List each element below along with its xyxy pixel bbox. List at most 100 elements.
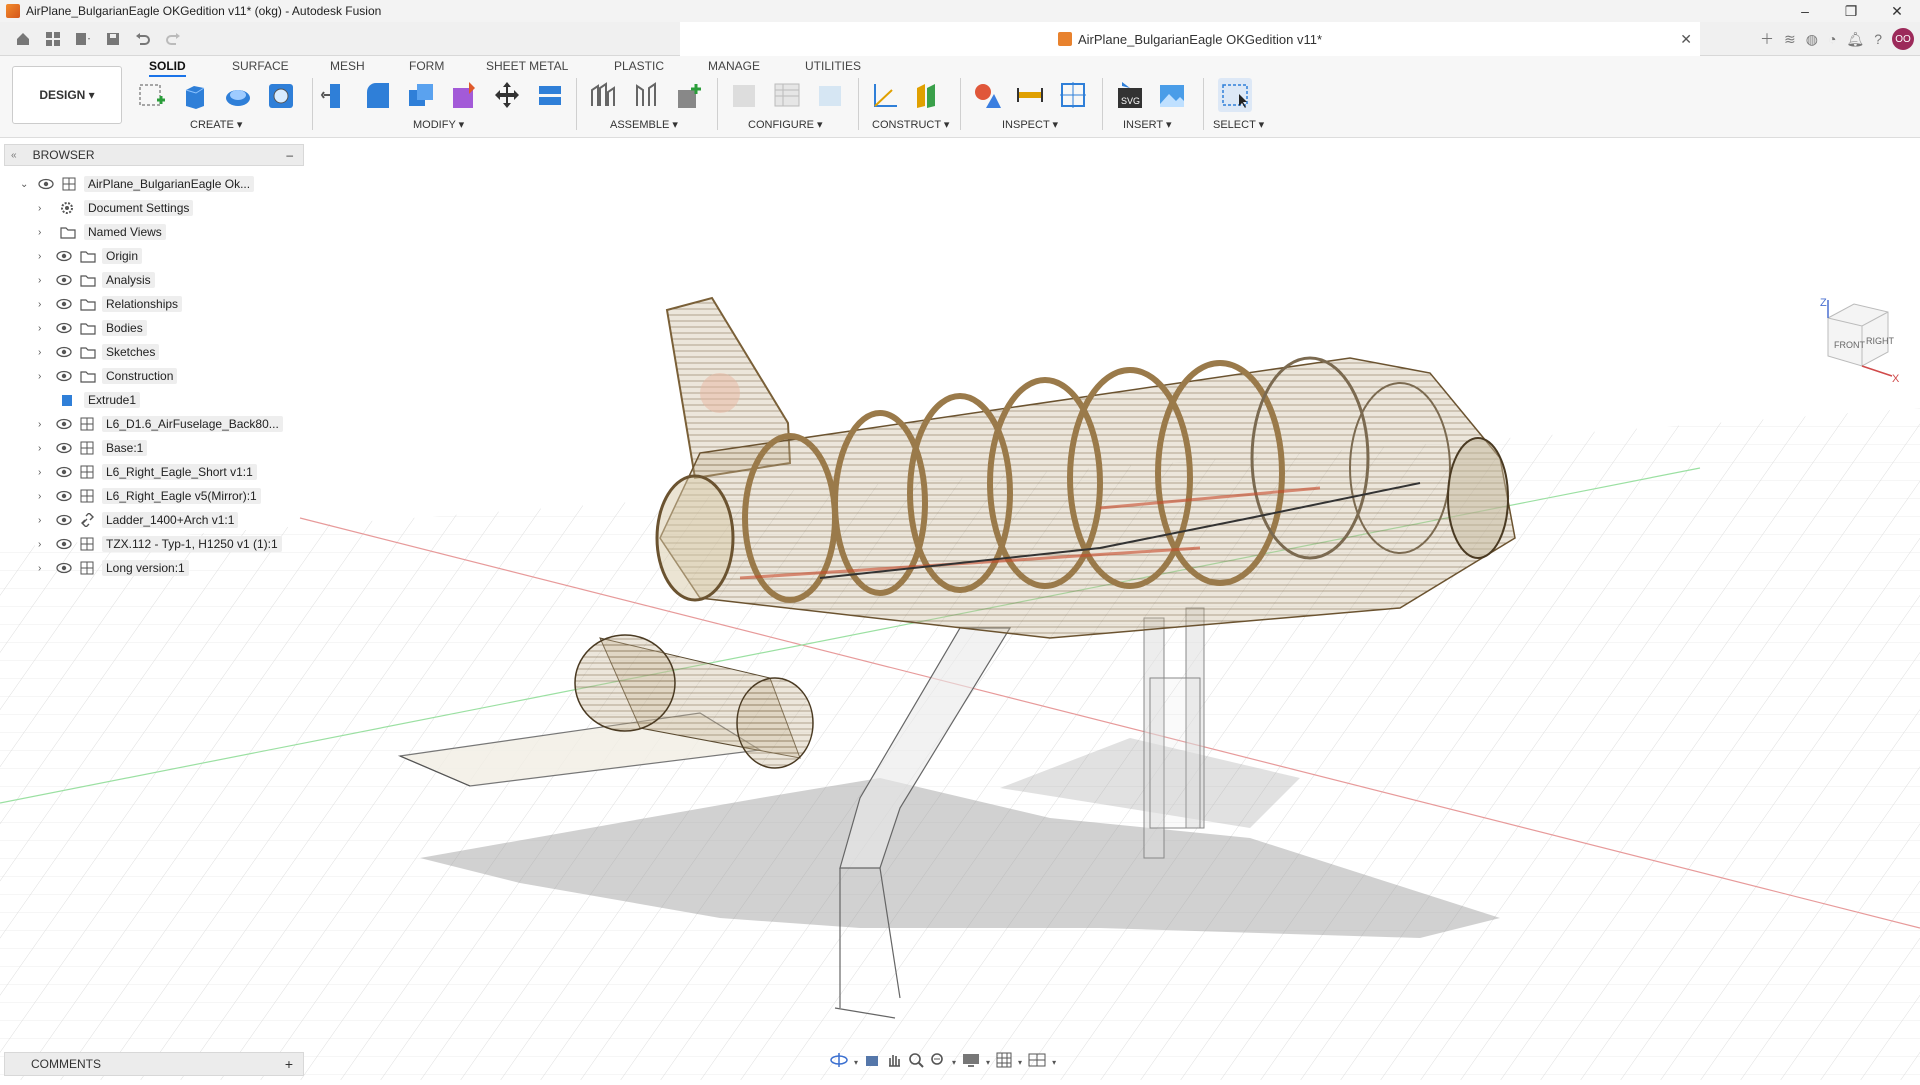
browser-tree-item[interactable]: › Analysis bbox=[0, 268, 300, 292]
browser-tree-item[interactable]: Extrude1 bbox=[0, 388, 300, 412]
browser-tree-item[interactable]: › Document Settings bbox=[0, 196, 300, 220]
close-tab-button[interactable]: ✕ bbox=[1680, 31, 1692, 48]
add-comment-button[interactable]: + bbox=[285, 1056, 293, 1072]
chevron-right-icon[interactable]: › bbox=[38, 419, 41, 430]
as-built-joint-icon[interactable] bbox=[672, 78, 706, 112]
visibility-eye-icon[interactable] bbox=[56, 346, 72, 358]
chevron-right-icon[interactable]: › bbox=[38, 467, 41, 478]
section-analysis-icon[interactable] bbox=[1056, 78, 1090, 112]
press-pull-icon[interactable] bbox=[318, 78, 352, 112]
grid-dropdown-icon[interactable]: ▾ bbox=[1018, 1058, 1022, 1067]
tab-mesh[interactable]: MESH bbox=[330, 59, 365, 73]
chevron-right-icon[interactable]: › bbox=[38, 323, 41, 334]
viewports-dropdown-icon[interactable]: ▾ bbox=[1052, 1058, 1056, 1067]
shell-icon[interactable] bbox=[447, 78, 481, 112]
pan-hand-icon[interactable] bbox=[886, 1052, 902, 1073]
collapse-arrows-icon[interactable]: « bbox=[11, 150, 17, 161]
minimize-button[interactable]: – bbox=[1782, 0, 1828, 22]
visibility-eye-icon[interactable] bbox=[56, 250, 72, 262]
restore-button[interactable]: ❐ bbox=[1828, 0, 1874, 22]
tab-utilities[interactable]: UTILITIES bbox=[805, 59, 861, 73]
user-avatar[interactable]: OO bbox=[1892, 28, 1914, 50]
align-icon[interactable] bbox=[533, 78, 567, 112]
view-cube[interactable]: FRONT RIGHT Z X bbox=[1816, 296, 1902, 385]
group-create[interactable]: CREATE ▾ bbox=[190, 118, 242, 131]
chevron-right-icon[interactable]: › bbox=[38, 491, 41, 502]
viewcube-front-label[interactable]: FRONT bbox=[1834, 340, 1865, 350]
group-insert[interactable]: INSERT ▾ bbox=[1123, 118, 1172, 131]
grid-snaps-icon[interactable] bbox=[996, 1052, 1012, 1073]
workspace-switcher[interactable]: DESIGN ▾ bbox=[12, 66, 122, 124]
joint-icon[interactable] bbox=[629, 78, 663, 112]
redo-icon[interactable] bbox=[164, 30, 182, 48]
browser-tree-item[interactable]: › Sketches bbox=[0, 340, 300, 364]
visibility-eye-icon[interactable] bbox=[56, 298, 72, 310]
file-menu-icon[interactable] bbox=[74, 30, 92, 48]
chevron-right-icon[interactable]: › bbox=[38, 299, 41, 310]
chevron-right-icon[interactable]: › bbox=[38, 347, 41, 358]
close-window-button[interactable]: ✕ bbox=[1874, 0, 1920, 22]
zoom-icon[interactable] bbox=[908, 1052, 924, 1073]
browser-tree-item[interactable]: › Named Views bbox=[0, 220, 300, 244]
measure-icon[interactable] bbox=[1013, 78, 1047, 112]
chevron-right-icon[interactable]: › bbox=[38, 443, 41, 454]
chevron-right-icon[interactable]: › bbox=[38, 227, 41, 238]
browser-root-node[interactable]: ⌄ AirPlane_BulgarianEagle Ok... bbox=[0, 172, 300, 196]
chevron-right-icon[interactable]: › bbox=[38, 515, 41, 526]
chevron-right-icon[interactable]: › bbox=[38, 371, 41, 382]
tab-sheet-metal[interactable]: SHEET METAL bbox=[486, 59, 568, 73]
new-component-icon[interactable] bbox=[586, 78, 620, 112]
create-sketch-icon[interactable] bbox=[135, 78, 169, 112]
tab-solid[interactable]: SOLID bbox=[149, 59, 186, 77]
fit-zoom-icon[interactable] bbox=[930, 1052, 946, 1073]
browser-tree-item[interactable]: › L6_Right_Eagle v5(Mirror):1 bbox=[0, 484, 300, 508]
browser-tree-item[interactable]: › L6_D1.6_AirFuselage_Back80... bbox=[0, 412, 300, 436]
offset-plane-icon[interactable] bbox=[911, 78, 945, 112]
visibility-eye-icon[interactable] bbox=[56, 322, 72, 334]
viewcube-right-label[interactable]: RIGHT bbox=[1866, 336, 1895, 346]
browser-tree-item[interactable]: › Ladder_1400+Arch v1:1 bbox=[0, 508, 300, 532]
configure-icon[interactable] bbox=[727, 78, 761, 112]
move-copy-icon[interactable] bbox=[490, 78, 524, 112]
extensions-icon[interactable]: ≋ bbox=[1784, 31, 1796, 48]
chevron-right-icon[interactable]: › bbox=[38, 251, 41, 262]
browser-tree-item[interactable]: › Long version:1 bbox=[0, 556, 300, 580]
browser-tree-item[interactable]: › Origin bbox=[0, 244, 300, 268]
browser-tree-item[interactable]: › Bodies bbox=[0, 316, 300, 340]
fillet-icon[interactable] bbox=[361, 78, 395, 112]
interference-icon[interactable] bbox=[970, 78, 1004, 112]
insert-canvas-icon[interactable] bbox=[1155, 78, 1189, 112]
visibility-eye-icon[interactable] bbox=[56, 370, 72, 382]
browser-tree-item[interactable]: › L6_Right_Eagle_Short v1:1 bbox=[0, 460, 300, 484]
browser-tree-item[interactable]: › TZX.112 - Typ-1, H1250 v1 (1):1 bbox=[0, 532, 300, 556]
document-tab[interactable]: AirPlane_BulgarianEagle OKGedition v11* … bbox=[680, 22, 1700, 56]
revolve-icon[interactable] bbox=[221, 78, 255, 112]
visibility-eye-icon[interactable] bbox=[56, 562, 72, 574]
undo-icon[interactable] bbox=[134, 30, 152, 48]
insert-svg-icon[interactable]: SVG bbox=[1112, 78, 1146, 112]
visibility-eye-icon[interactable] bbox=[56, 274, 72, 286]
display-settings-icon[interactable] bbox=[962, 1052, 980, 1073]
group-select[interactable]: SELECT ▾ bbox=[1213, 118, 1264, 131]
visibility-eye-icon[interactable] bbox=[56, 466, 72, 478]
chamfer-icon[interactable] bbox=[404, 78, 438, 112]
configuration-table-icon[interactable] bbox=[770, 78, 804, 112]
group-assemble[interactable]: ASSEMBLE ▾ bbox=[610, 118, 678, 131]
browser-tree-item[interactable]: › Relationships bbox=[0, 292, 300, 316]
chevron-right-icon[interactable]: › bbox=[38, 539, 41, 550]
configuration-rule-icon[interactable] bbox=[813, 78, 847, 112]
zoom-dropdown-icon[interactable]: ▾ bbox=[952, 1058, 956, 1067]
extrude-icon[interactable] bbox=[178, 78, 212, 112]
save-icon[interactable] bbox=[104, 30, 122, 48]
chevron-right-icon[interactable]: › bbox=[38, 203, 41, 214]
new-tab-icon[interactable]: ＋ bbox=[1760, 29, 1774, 49]
help-icon[interactable]: ? bbox=[1874, 31, 1882, 47]
group-modify[interactable]: MODIFY ▾ bbox=[413, 118, 464, 131]
notifications-bell-icon[interactable]: 🔔︎ bbox=[1846, 31, 1864, 48]
group-configure[interactable]: CONFIGURE ▾ bbox=[748, 118, 823, 131]
orbit-dropdown-icon[interactable]: ▾ bbox=[854, 1058, 858, 1067]
tab-surface[interactable]: SURFACE bbox=[232, 59, 289, 73]
visibility-eye-icon[interactable] bbox=[38, 178, 54, 190]
visibility-eye-icon[interactable] bbox=[56, 514, 72, 526]
viewports-icon[interactable] bbox=[1028, 1052, 1046, 1073]
